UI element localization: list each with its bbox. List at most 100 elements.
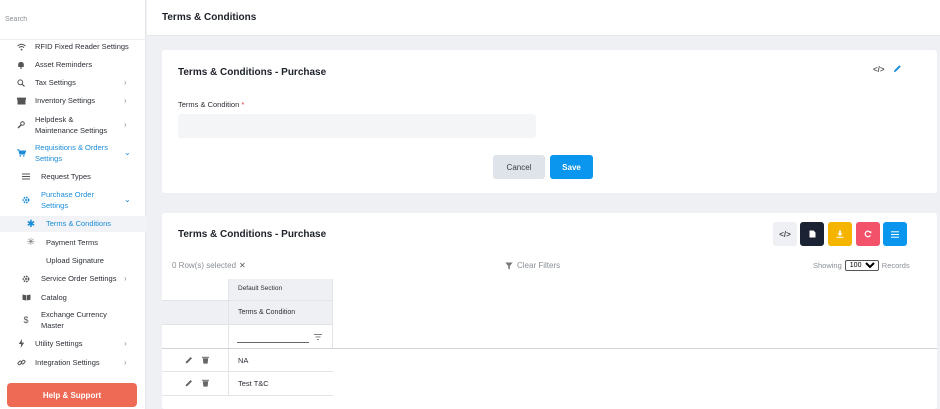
asterisk-icon: ✳ xyxy=(26,237,36,248)
download-button[interactable] xyxy=(828,222,852,246)
column-filter-input[interactable] xyxy=(237,331,309,343)
filter-icon xyxy=(505,262,513,269)
chevron-down-icon: ⌄ xyxy=(124,148,131,157)
sidebar-item-label: Catalog xyxy=(41,293,67,302)
showing-label: Showing xyxy=(813,261,842,270)
delete-icon[interactable] xyxy=(202,356,209,366)
cancel-button[interactable]: Cancel xyxy=(493,155,545,179)
gear-icon xyxy=(21,195,31,205)
column-header-terms[interactable]: Terms & Condition xyxy=(238,309,295,316)
page-size-select[interactable]: 100 xyxy=(844,260,879,271)
sidebar-item-label: Payment Terms xyxy=(46,238,98,247)
sidebar-item-label: Purchase Order xyxy=(41,190,94,199)
grid-divider xyxy=(162,348,937,349)
grid-divider xyxy=(332,279,333,349)
row-terms-value: Test T&C xyxy=(238,379,269,388)
sidebar: RFID Fixed Reader Settings Asset Reminde… xyxy=(0,0,146,409)
sidebar-item-purchase-order-settings[interactable]: Purchase Order Settings ⌄ xyxy=(0,189,146,212)
sidebar-item-label: Helpdesk & xyxy=(35,115,74,124)
filter-lines-icon[interactable] xyxy=(314,333,322,342)
sidebar-item-terms-conditions[interactable]: ✱ Terms & Conditions xyxy=(0,216,146,232)
asterisk-icon: ✱ xyxy=(26,218,36,230)
sidebar-item-label: Upload Signature xyxy=(46,256,104,265)
grid-divider xyxy=(162,324,333,325)
sidebar-item-label: Integration Settings xyxy=(35,358,100,367)
sidebar-item-requisitions[interactable]: Requisitions & Orders Settings ⌄ xyxy=(0,142,146,165)
table-card: Terms & Conditions - Purchase </> 0 Row(… xyxy=(162,213,937,409)
edit-icon[interactable] xyxy=(185,379,193,389)
sidebar-item-label-line2: Maintenance Settings xyxy=(35,126,108,135)
grid-header-left-bg xyxy=(162,301,228,324)
sidebar-item-label: RFID Fixed Reader Settings xyxy=(35,42,129,51)
sidebar-item-upload-signature[interactable]: Upload Signature xyxy=(0,255,146,266)
sidebar-item-label: Request Types xyxy=(41,172,91,181)
field-label-text: Terms & Condition xyxy=(178,100,240,109)
clear-selection-icon[interactable]: ✕ xyxy=(239,261,246,270)
table-title: Terms & Conditions - Purchase xyxy=(178,229,327,240)
edit-icon[interactable] xyxy=(185,356,193,366)
wifi-icon xyxy=(16,42,26,52)
sidebar-item-label-line2: Settings xyxy=(41,201,69,210)
bolt-icon xyxy=(16,339,26,349)
refresh-button[interactable] xyxy=(856,222,880,246)
sidebar-item-label: Tax Settings xyxy=(35,78,76,87)
link-icon xyxy=(16,358,26,368)
sidebar-item-tax-settings[interactable]: Tax Settings › xyxy=(0,77,146,88)
sidebar-item-label: Exchange Currency xyxy=(41,310,107,319)
group-header: Default Section xyxy=(238,285,283,292)
columns-icon xyxy=(891,230,899,238)
list-icon xyxy=(21,172,31,182)
cart-icon xyxy=(16,148,26,158)
sidebar-item-label: Inventory Settings xyxy=(35,96,96,105)
clear-filters-label: Clear Filters xyxy=(517,261,561,270)
sidebar-item-inventory-settings[interactable]: Inventory Settings › xyxy=(0,95,146,106)
sidebar-item-asset-reminders[interactable]: Asset Reminders xyxy=(0,59,146,70)
chevron-right-icon: › xyxy=(124,274,127,283)
sidebar-item-label: Utility Settings xyxy=(35,339,83,348)
page-size-control: Showing 100 Records xyxy=(813,260,910,271)
chevron-right-icon: › xyxy=(124,96,127,105)
document-button[interactable] xyxy=(800,222,824,246)
columns-button[interactable] xyxy=(883,222,907,246)
grid-divider xyxy=(162,395,333,396)
grid-divider xyxy=(228,279,229,395)
search-input[interactable] xyxy=(5,16,125,23)
page-title: Terms & Conditions xyxy=(162,12,257,23)
grid-divider xyxy=(162,300,333,301)
sidebar-item-request-types[interactable]: Request Types xyxy=(0,171,146,182)
chevron-right-icon: › xyxy=(124,120,127,129)
rows-selected-text: 0 Row(s) selected xyxy=(172,261,237,270)
rows-selected-status: 0 Row(s) selected ✕ xyxy=(172,261,246,270)
download-icon xyxy=(836,230,844,238)
code-icon[interactable]: </> xyxy=(873,65,885,74)
sidebar-item-helpdesk[interactable]: Helpdesk & Maintenance Settings › xyxy=(0,113,146,137)
terms-condition-field[interactable] xyxy=(178,114,536,138)
document-icon xyxy=(809,230,815,238)
help-support-button[interactable]: Help & Support xyxy=(7,383,137,407)
save-button[interactable]: Save xyxy=(550,155,593,179)
sidebar-item-label: Terms & Conditions xyxy=(46,219,112,228)
clear-filters-button[interactable]: Clear Filters xyxy=(505,261,560,270)
book-icon xyxy=(21,293,31,303)
bell-icon xyxy=(16,60,26,70)
chevron-right-icon: › xyxy=(124,78,127,87)
sidebar-item-label: Service Order Settings xyxy=(41,274,117,283)
gear-icon xyxy=(21,274,31,284)
sidebar-item-catalog[interactable]: Catalog xyxy=(0,292,146,303)
required-mark: * xyxy=(241,100,245,109)
code-view-button[interactable]: </> xyxy=(773,222,797,246)
chevron-right-icon: › xyxy=(124,339,127,348)
sidebar-item-label: Asset Reminders xyxy=(35,60,93,69)
terms-condition-label: Terms & Condition * xyxy=(178,100,244,109)
sidebar-item-exchange-currency[interactable]: $ Exchange Currency Master xyxy=(0,309,146,332)
delete-icon[interactable] xyxy=(202,379,209,389)
sidebar-item-rfid[interactable]: RFID Fixed Reader Settings xyxy=(0,41,146,52)
sidebar-item-utility-settings[interactable]: Utility Settings › xyxy=(0,338,146,349)
sidebar-item-integration-settings[interactable]: Integration Settings › xyxy=(0,357,146,368)
wrench-icon xyxy=(16,120,26,130)
pencil-icon[interactable] xyxy=(893,64,902,75)
sidebar-item-service-order-settings[interactable]: Service Order Settings › xyxy=(0,273,146,284)
percent-search-icon xyxy=(16,78,26,88)
sidebar-item-payment-terms[interactable]: ✳ Payment Terms xyxy=(0,237,146,248)
code-icon: </> xyxy=(779,229,791,239)
